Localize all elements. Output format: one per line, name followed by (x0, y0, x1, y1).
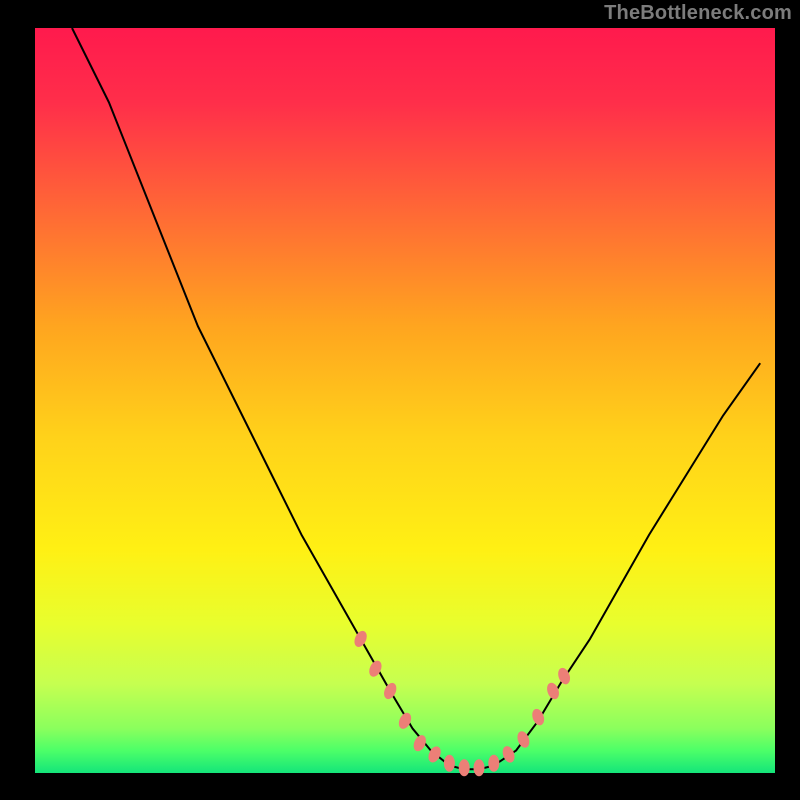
chart-svg (0, 0, 800, 800)
highlight-marker (488, 755, 499, 772)
highlight-marker (382, 681, 399, 701)
highlight-marker (352, 629, 369, 649)
highlight-marker (545, 681, 561, 701)
chart-frame: TheBottleneck.com (0, 0, 800, 800)
bottleneck-curve (72, 28, 760, 769)
highlight-marker (444, 755, 455, 772)
highlight-marker (474, 759, 485, 776)
highlight-marker (459, 759, 470, 776)
highlight-marker (501, 745, 517, 765)
